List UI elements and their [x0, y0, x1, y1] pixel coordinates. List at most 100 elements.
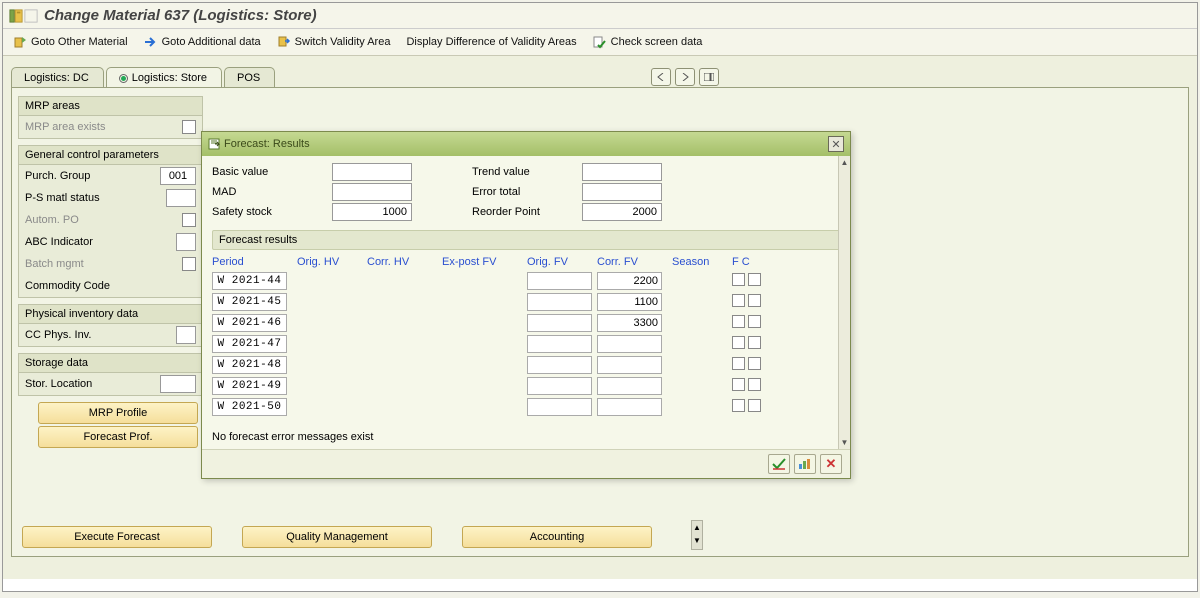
dialog-scrollbar[interactable]: ▲▼: [838, 156, 850, 449]
content-scrollbar[interactable]: ▲▼: [691, 520, 703, 550]
corr-fv-input[interactable]: [597, 335, 662, 353]
col-period: Period: [212, 256, 297, 268]
left-column: MRP areas MRP area exists General contro…: [18, 96, 203, 448]
mrp-areas-group: MRP areas MRP area exists: [18, 96, 203, 139]
corr-fv-input[interactable]: [597, 398, 662, 416]
forecast-row: W 2021-45: [212, 291, 840, 312]
c-checkbox[interactable]: [748, 273, 761, 286]
col-orig-fv: Orig. FV: [527, 256, 597, 268]
autom-po-checkbox[interactable]: [182, 213, 196, 227]
mad-input[interactable]: [332, 183, 412, 201]
orig-fv-input[interactable]: [527, 377, 592, 395]
orig-fv-input[interactable]: [527, 293, 592, 311]
f-checkbox[interactable]: [732, 378, 745, 391]
ps-status-input[interactable]: [166, 189, 196, 207]
dialog-footer: ✕: [202, 449, 850, 478]
period-cell: W 2021-46: [212, 314, 287, 332]
forecast-results-dialog: Forecast: Results ✕ ▲▼ Basic value Trend…: [201, 131, 851, 479]
ps-status-row: P-S matl status: [19, 187, 202, 209]
forecast-row: W 2021-47: [212, 333, 840, 354]
batch-row: Batch mgmt: [19, 253, 202, 275]
mrp-exists-checkbox[interactable]: [182, 120, 196, 134]
dialog-body: ▲▼ Basic value Trend value MAD Error tot…: [202, 156, 850, 449]
c-checkbox[interactable]: [748, 399, 761, 412]
c-checkbox[interactable]: [748, 315, 761, 328]
corr-fv-input[interactable]: [597, 272, 662, 290]
goto-add-label: Goto Additional data: [162, 36, 261, 48]
c-checkbox[interactable]: [748, 294, 761, 307]
mrp-areas-header: MRP areas: [19, 97, 202, 116]
orig-fv-input[interactable]: [527, 356, 592, 374]
c-checkbox[interactable]: [748, 357, 761, 370]
tab-next-button[interactable]: [675, 68, 695, 86]
f-checkbox[interactable]: [732, 273, 745, 286]
accounting-button[interactable]: Accounting: [462, 526, 652, 548]
f-checkbox[interactable]: [732, 336, 745, 349]
period-cell: W 2021-44: [212, 272, 287, 290]
display-diff-label: Display Difference of Validity Areas: [406, 36, 576, 48]
check-screen-label: Check screen data: [611, 36, 703, 48]
ps-status-label: P-S matl status: [25, 192, 162, 204]
orig-fv-input[interactable]: [527, 335, 592, 353]
dialog-chart-button[interactable]: [794, 454, 816, 474]
basic-value-label: Basic value: [212, 166, 332, 178]
orig-fv-input[interactable]: [527, 398, 592, 416]
f-checkbox[interactable]: [732, 294, 745, 307]
forecast-table-header: Period Orig. HV Corr. HV Ex-post FV Orig…: [212, 254, 840, 270]
corr-fv-input[interactable]: [597, 377, 662, 395]
orig-fv-input[interactable]: [527, 314, 592, 332]
page-title: Change Material 637 (Logistics: Store): [44, 7, 317, 24]
f-checkbox[interactable]: [732, 399, 745, 412]
gcp-group: General control parameters Purch. Group …: [18, 145, 203, 298]
corr-fv-input[interactable]: [597, 314, 662, 332]
tab-list-button[interactable]: [699, 68, 719, 86]
check-screen-button[interactable]: Check screen data: [593, 35, 703, 49]
tab-logistics-store[interactable]: Logistics: Store: [106, 67, 222, 88]
reorder-label: Reorder Point: [472, 206, 582, 218]
purch-group-input[interactable]: [160, 167, 196, 185]
period-cell: W 2021-48: [212, 356, 287, 374]
tab-prev-button[interactable]: [651, 68, 671, 86]
switch-validity-label: Switch Validity Area: [295, 36, 391, 48]
batch-checkbox[interactable]: [182, 257, 196, 271]
display-diff-button[interactable]: Display Difference of Validity Areas: [406, 36, 576, 48]
basic-value-input[interactable]: [332, 163, 412, 181]
app-icon: [9, 9, 38, 23]
f-checkbox[interactable]: [732, 315, 745, 328]
goto-other-material-button[interactable]: Goto Other Material: [13, 35, 128, 49]
safety-stock-label: Safety stock: [212, 206, 332, 218]
reorder-input[interactable]: [582, 203, 662, 221]
dialog-titlebar: Forecast: Results ✕: [202, 132, 850, 156]
storage-header: Storage data: [19, 354, 202, 373]
cc-phys-input[interactable]: [176, 326, 196, 344]
c-checkbox[interactable]: [748, 336, 761, 349]
orig-fv-input[interactable]: [527, 272, 592, 290]
abc-input[interactable]: [176, 233, 196, 251]
dialog-accept-button[interactable]: [768, 454, 790, 474]
dialog-close-button[interactable]: ✕: [828, 136, 844, 152]
f-checkbox[interactable]: [732, 357, 745, 370]
commodity-label: Commodity Code: [25, 280, 196, 292]
error-total-input[interactable]: [582, 183, 662, 201]
corr-fv-input[interactable]: [597, 356, 662, 374]
corr-fv-input[interactable]: [597, 293, 662, 311]
goto-additional-data-button[interactable]: Goto Additional data: [144, 35, 261, 49]
quality-mgmt-button[interactable]: Quality Management: [242, 526, 432, 548]
switch-validity-button[interactable]: Switch Validity Area: [277, 35, 391, 49]
dialog-cancel-button[interactable]: ✕: [820, 454, 842, 474]
commodity-row: Commodity Code: [19, 275, 202, 297]
autom-po-row: Autom. PO: [19, 209, 202, 231]
execute-forecast-button[interactable]: Execute Forecast: [22, 526, 212, 548]
tab-logistics-dc[interactable]: Logistics: DC: [11, 67, 104, 88]
mad-label: MAD: [212, 186, 332, 198]
forecast-prof-button[interactable]: Forecast Prof.: [38, 426, 198, 448]
cc-phys-row: CC Phys. Inv.: [19, 324, 202, 346]
trend-value-input[interactable]: [582, 163, 662, 181]
stor-loc-input[interactable]: [160, 375, 196, 393]
forecast-table: Period Orig. HV Corr. HV Ex-post FV Orig…: [212, 254, 840, 417]
tab-pos[interactable]: POS: [224, 67, 275, 88]
abc-label: ABC Indicator: [25, 236, 172, 248]
mrp-profile-button[interactable]: MRP Profile: [38, 402, 198, 424]
safety-stock-input[interactable]: [332, 203, 412, 221]
c-checkbox[interactable]: [748, 378, 761, 391]
